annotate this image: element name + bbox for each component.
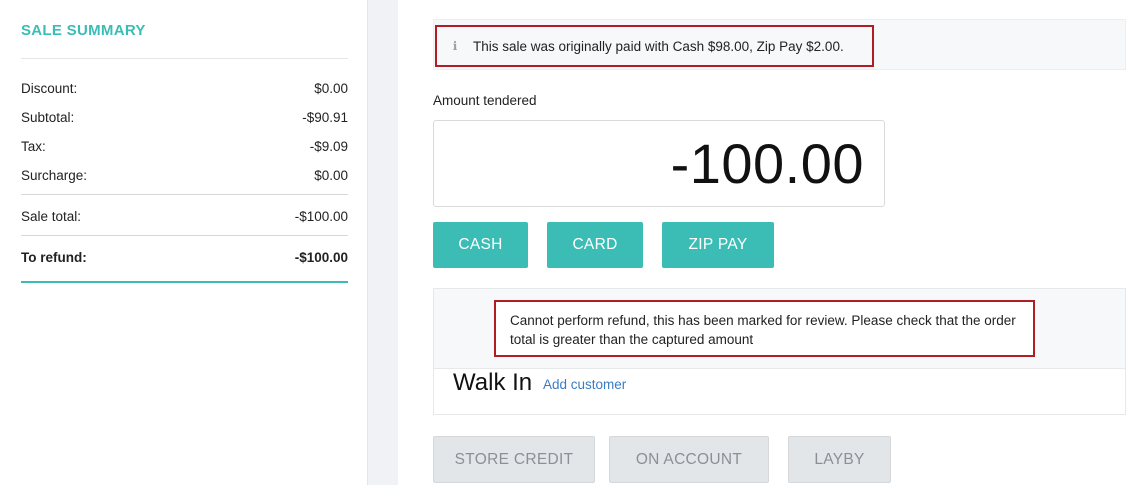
zip-pay-button[interactable]: ZIP PAY xyxy=(662,222,774,268)
summary-row-value: -$100.00 xyxy=(294,208,348,224)
summary-row-to-refund: To refund: -$100.00 xyxy=(21,247,348,267)
refund-error-message: Cannot perform refund, this has been mar… xyxy=(494,300,1035,357)
summary-row-tax: Tax: -$9.09 xyxy=(21,136,348,156)
divider xyxy=(21,194,348,195)
summary-row-surcharge: Surcharge: $0.00 xyxy=(21,165,348,185)
divider xyxy=(21,58,348,59)
summary-row-subtotal: Subtotal: -$90.91 xyxy=(21,107,348,127)
summary-row-label: Surcharge: xyxy=(21,167,88,183)
customer-name: Walk In xyxy=(453,369,533,396)
summary-row-value: -$9.09 xyxy=(309,138,348,154)
on-account-button[interactable]: ON ACCOUNT xyxy=(609,436,769,483)
card-button[interactable]: CARD xyxy=(547,222,643,268)
divider xyxy=(21,235,348,236)
summary-row-value: $0.00 xyxy=(314,167,348,183)
panel-gutter xyxy=(368,0,398,485)
summary-row-discount: Discount: $0.00 xyxy=(21,78,348,98)
info-message: This sale was originally paid with Cash … xyxy=(473,38,844,54)
summary-row-label: Discount: xyxy=(21,80,78,96)
layby-button[interactable]: LAYBY xyxy=(788,436,891,483)
amount-tendered-label: Amount tendered xyxy=(433,93,537,108)
summary-row-value: -$90.91 xyxy=(302,109,348,125)
summary-row-value: $0.00 xyxy=(314,80,348,96)
summary-row-label: Tax: xyxy=(21,138,46,154)
summary-row-label: To refund: xyxy=(21,249,87,265)
amount-tendered-value: -100.00 xyxy=(670,132,864,195)
summary-title: SALE SUMMARY xyxy=(21,22,146,39)
sale-summary-panel: SALE SUMMARY Discount: $0.00 Subtotal: -… xyxy=(0,0,368,485)
summary-row-label: Subtotal: xyxy=(21,109,75,125)
accent-divider xyxy=(21,281,348,283)
summary-row-label: Sale total: xyxy=(21,208,82,224)
info-notice: ℹ This sale was originally paid with Cas… xyxy=(435,25,874,67)
info-icon: ℹ xyxy=(452,39,458,53)
add-customer-link[interactable]: Add customer xyxy=(543,377,626,392)
summary-row-sale-total: Sale total: -$100.00 xyxy=(21,206,348,226)
summary-row-value: -$100.00 xyxy=(294,249,348,265)
store-credit-button[interactable]: STORE CREDIT xyxy=(433,436,595,483)
amount-tendered-input[interactable]: -100.00 xyxy=(433,120,885,207)
cash-button[interactable]: CASH xyxy=(433,222,528,268)
